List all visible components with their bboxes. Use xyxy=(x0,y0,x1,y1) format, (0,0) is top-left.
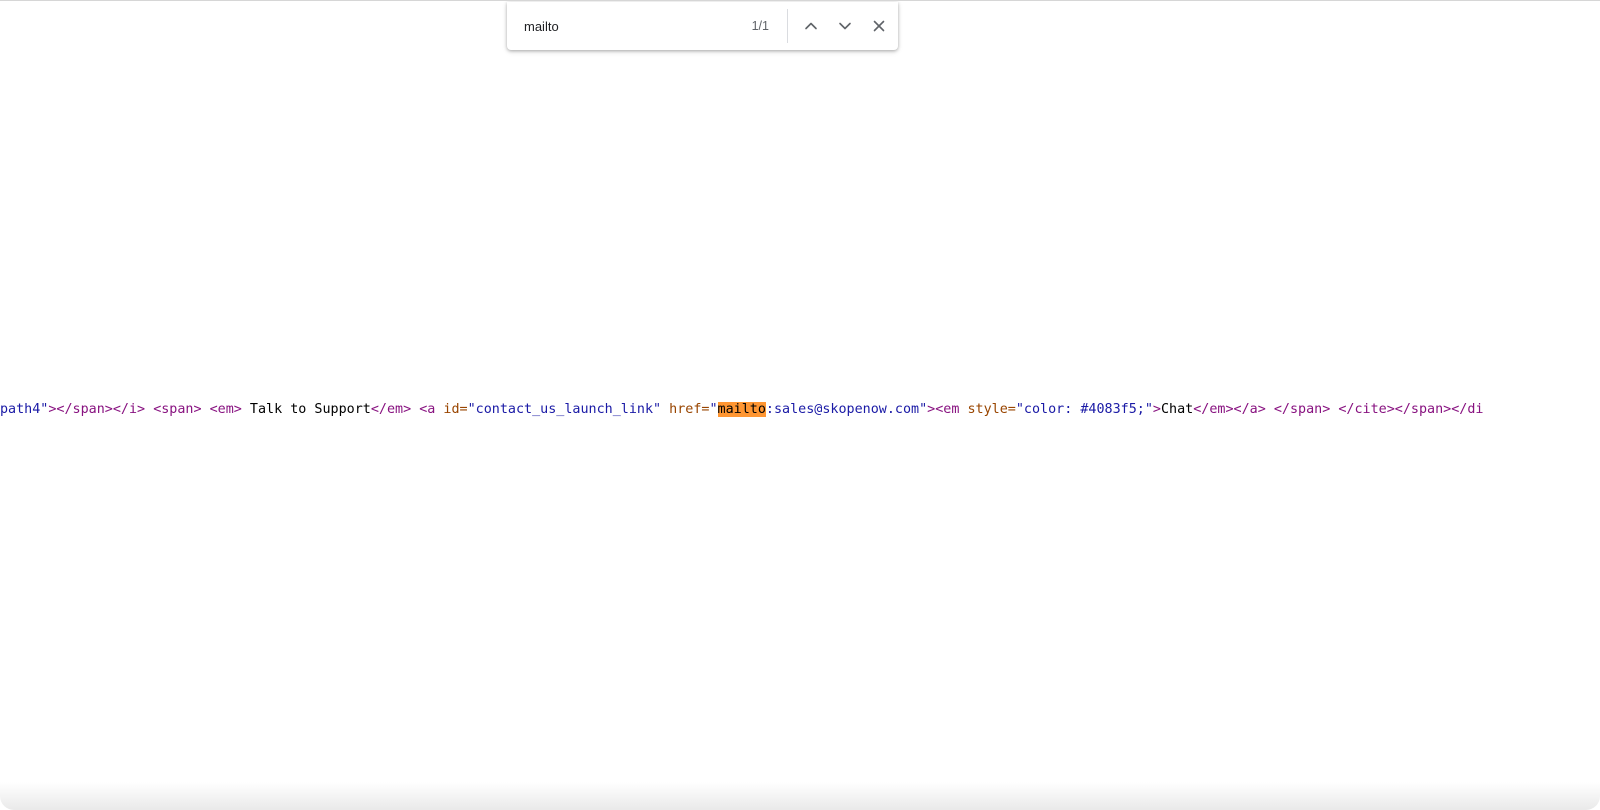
source-attr-style: style= xyxy=(959,402,1016,417)
chevron-up-icon xyxy=(805,22,817,30)
source-a-open-tag: <a xyxy=(419,402,436,417)
source-attr-href: href= xyxy=(661,402,710,417)
source-em-open-tag: ><em xyxy=(927,402,960,417)
source-span-close-tag: </span> xyxy=(1273,402,1331,417)
source-whitespace xyxy=(1266,402,1274,417)
find-next-button[interactable] xyxy=(828,9,862,43)
window-bottom-edge xyxy=(0,782,1600,810)
source-closing-tags: ></span></i> xyxy=(48,402,146,417)
source-whitespace xyxy=(202,402,210,417)
view-source-line: path4"></span></i> <span> <em> Talk to S… xyxy=(0,401,1483,419)
source-attr-href-quote: " xyxy=(709,402,718,417)
close-icon xyxy=(873,20,885,32)
source-attr-value: path4" xyxy=(0,402,49,417)
page-viewport: 1/1 path4"></span></i> <span> <em> Talk … xyxy=(0,0,1600,810)
source-closing-tags: </cite></span></di xyxy=(1338,402,1484,417)
find-input[interactable] xyxy=(524,18,724,34)
source-em-open-tag: <em> xyxy=(209,402,242,417)
find-close-button[interactable] xyxy=(862,9,896,43)
source-attr-style-value: "color: #4083f5;" xyxy=(1015,402,1153,417)
source-attr-id-value: "contact_us_launch_link" xyxy=(467,402,662,417)
source-tag-end: > xyxy=(1152,402,1161,417)
find-divider xyxy=(787,9,788,43)
find-match-highlight: mailto xyxy=(717,402,766,417)
source-text-talk-to-support: Talk to Support xyxy=(241,402,371,417)
find-bar: 1/1 xyxy=(507,2,898,50)
find-previous-button[interactable] xyxy=(794,9,828,43)
source-span-open-tag: <span> xyxy=(153,402,202,417)
chevron-down-icon xyxy=(839,22,851,30)
source-attr-href-value: :sales@skopenow.com" xyxy=(765,402,928,417)
source-text-chat: Chat xyxy=(1160,402,1194,417)
source-em-close-tag: </em> xyxy=(370,402,412,417)
source-whitespace xyxy=(145,402,153,417)
find-match-count: 1/1 xyxy=(751,19,769,33)
source-closing-tags: </em></a> xyxy=(1193,402,1266,417)
source-attr-id: id= xyxy=(435,402,468,417)
